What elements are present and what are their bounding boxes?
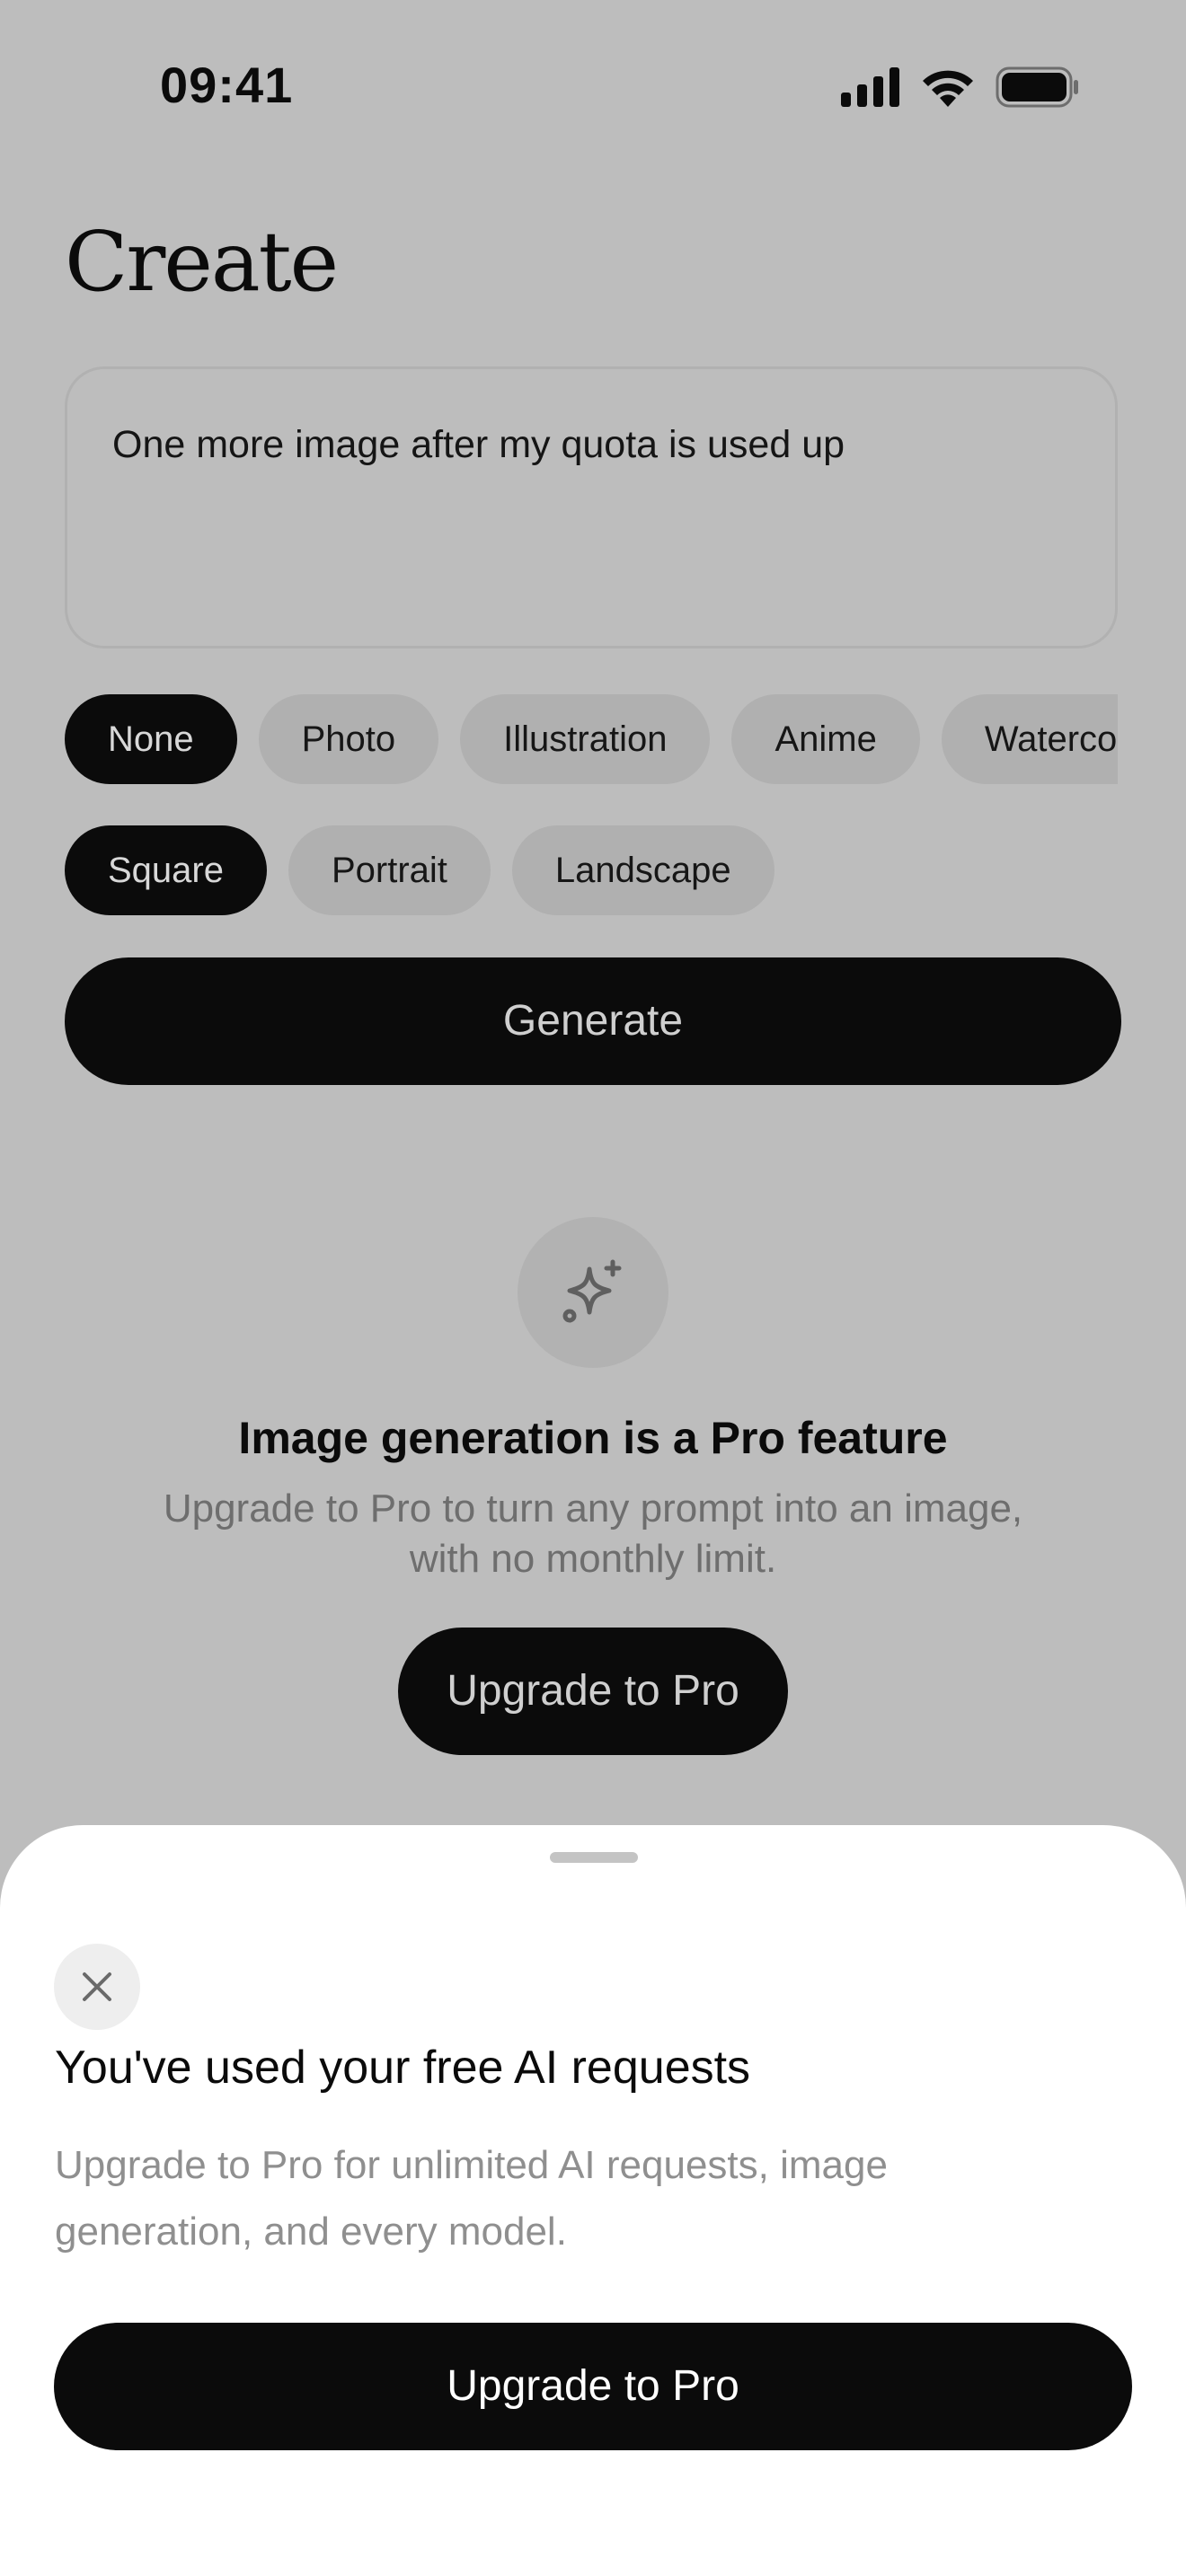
page-title: Create xyxy=(65,214,339,310)
signal-icon xyxy=(841,67,899,107)
style-chip-row: NonePhotoIllustrationAnimeWatercolor xyxy=(65,694,1118,784)
generate-button[interactable]: Generate xyxy=(65,957,1121,1085)
style-chip-watercolor[interactable]: Watercolor xyxy=(941,694,1118,784)
style-chip-anime[interactable]: Anime xyxy=(731,694,920,784)
close-icon xyxy=(83,1972,111,2001)
style-chip-photo[interactable]: Photo xyxy=(258,694,439,784)
sheet-drag-handle[interactable] xyxy=(550,1852,638,1863)
pro-feature-description: Upgrade to Pro to turn any prompt into a… xyxy=(90,1484,1096,1584)
style-chip-illustration[interactable]: Illustration xyxy=(460,694,711,784)
sheet-description-line: generation, and every model. xyxy=(55,2210,567,2254)
wifi-icon xyxy=(923,70,973,107)
sheet-upgrade-to-pro-button[interactable]: Upgrade to Pro xyxy=(54,2323,1132,2450)
status-icons xyxy=(841,66,1080,108)
sparkle-icon xyxy=(562,1259,622,1323)
pro-feature-badge xyxy=(518,1217,668,1368)
aspect-chip-square[interactable]: Square xyxy=(65,825,267,915)
sheet-description: Upgrade to Pro for unlimited AI requests… xyxy=(55,2132,1088,2265)
aspect-chip-landscape[interactable]: Landscape xyxy=(511,825,774,915)
prompt-input[interactable]: One more image after my quota is used up xyxy=(65,366,1118,648)
sheet-title: You've used your free AI requests xyxy=(55,2042,751,2094)
close-button[interactable] xyxy=(54,1944,140,2030)
status-time: 09:41 xyxy=(160,57,294,113)
style-chip-none[interactable]: None xyxy=(65,694,237,784)
battery-icon xyxy=(996,66,1078,108)
pro-feature-heading: Image generation is a Pro feature xyxy=(238,1413,948,1463)
sheet-description-line: Upgrade to Pro for unlimited AI requests… xyxy=(55,2143,888,2187)
pro-feature-description-line: Upgrade to Pro to turn any prompt into a… xyxy=(163,1486,1023,1531)
pro-feature-description-line: with no monthly limit. xyxy=(409,1537,777,1581)
aspect-chip-portrait[interactable]: Portrait xyxy=(288,825,491,915)
aspect-chip-row: Square Portrait Landscape xyxy=(65,825,1118,915)
upgrade-to-pro-button[interactable]: Upgrade to Pro xyxy=(398,1628,788,1755)
prompt-input-value: One more image after my quota is used up xyxy=(112,423,845,466)
